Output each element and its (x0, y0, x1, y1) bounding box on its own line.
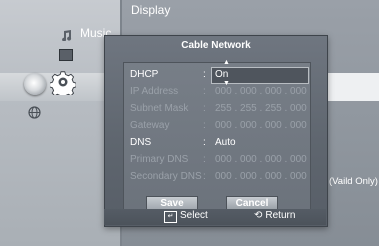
ip-address-value[interactable]: 000 . 000 . 000 . 000 (215, 86, 307, 97)
gateway-label: Gateway (130, 120, 170, 131)
arrow-up-icon: ▲ (223, 59, 230, 66)
secondary-dns-row[interactable]: Secondary DNS : 000 . 000 . 000 . 000 (127, 169, 307, 185)
subnet-mask-row[interactable]: Subnet Mask : 255 . 255 . 255 . 000 (127, 101, 307, 117)
dialog-title: Cable Network (181, 40, 251, 51)
primary-dns-row[interactable]: Primary DNS : 000 . 000 . 000 . 000 (127, 152, 307, 168)
subnet-mask-label: Subnet Mask (130, 103, 189, 114)
dhcp-row[interactable]: ▲ DHCP : On ▼ (127, 59, 309, 87)
dns-row[interactable]: DNS : Auto (127, 135, 305, 151)
return-hint: ⟲ Return (254, 210, 295, 221)
dvd-icon[interactable] (24, 73, 46, 95)
gateway-value[interactable]: 000 . 000 . 000 . 000 (215, 120, 307, 131)
dns-value[interactable]: Auto (215, 137, 236, 148)
footer-hints: ↵ Select ⟲ Return (104, 209, 326, 225)
secondary-dns-value[interactable]: 000 . 000 . 000 . 000 (215, 171, 307, 182)
photo-icon[interactable] (59, 49, 73, 61)
ip-address-label: IP Address (130, 86, 179, 97)
ip-address-row[interactable]: IP Address : 000 . 000 . 000 . 000 (127, 84, 307, 100)
cable-network-dialog: Cable Network ▲ DHCP : On ▼ IP Address :… (104, 35, 328, 227)
primary-dns-value[interactable]: 000 . 000 . 000 . 000 (215, 154, 307, 165)
enter-icon: ↵ (164, 211, 177, 223)
select-hint-label: Select (180, 210, 208, 221)
secondary-dns-label: Secondary DNS (130, 171, 202, 182)
dhcp-label: DHCP (130, 69, 159, 80)
globe-icon[interactable] (28, 106, 41, 119)
valid-only-note: (Vaild Only) (329, 176, 378, 187)
select-hint: ↵ Select (164, 210, 208, 223)
gear-icon[interactable] (49, 69, 77, 99)
gateway-row[interactable]: Gateway : 000 . 000 . 000 . 000 (127, 118, 307, 134)
dns-label: DNS (130, 137, 152, 148)
music-icon[interactable] (60, 28, 72, 42)
dhcp-value[interactable]: On (215, 69, 228, 80)
return-icon: ⟲ (254, 210, 263, 221)
subnet-mask-value[interactable]: 255 . 255 . 255 . 000 (215, 103, 307, 114)
menu-item-display[interactable]: Display (131, 3, 170, 17)
return-hint-label: Return (265, 210, 296, 221)
dialog-body: ▲ DHCP : On ▼ IP Address : 000 . 000 . 0… (123, 59, 311, 222)
primary-dns-label: Primary DNS (130, 154, 189, 165)
